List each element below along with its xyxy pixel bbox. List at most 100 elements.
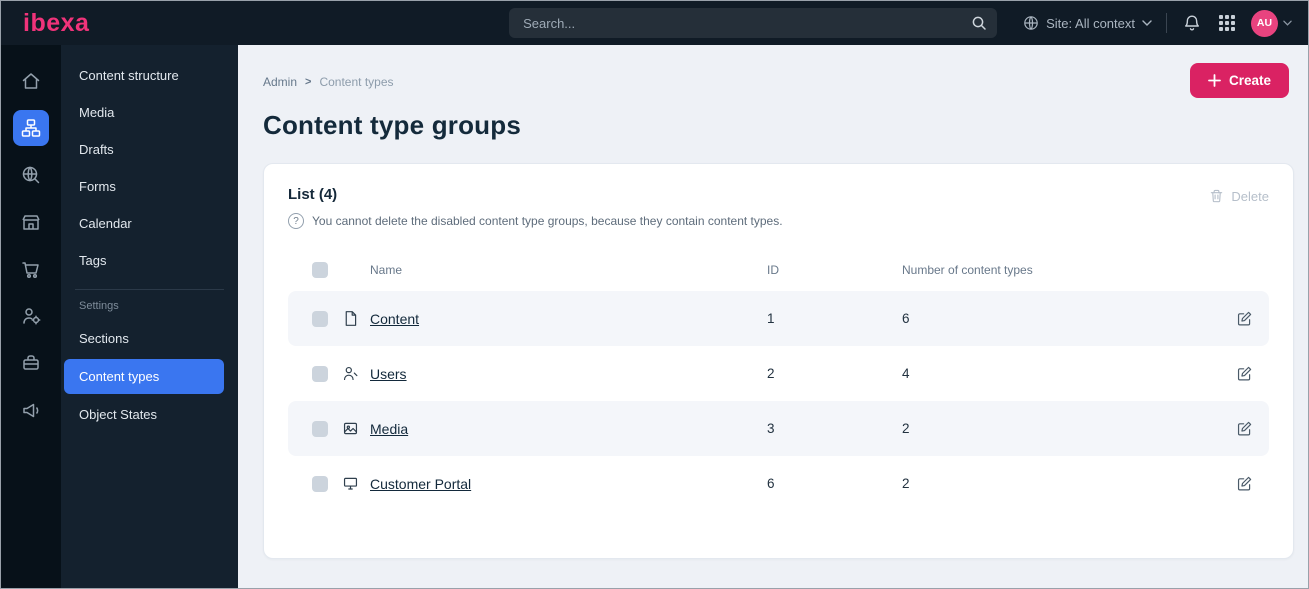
edit-button[interactable]	[1236, 310, 1253, 327]
global-search	[509, 8, 998, 38]
topbar-divider	[1166, 13, 1167, 33]
table-row: Media 3 2	[288, 401, 1269, 456]
rail-admin-button[interactable]	[13, 345, 49, 381]
user-icon	[342, 365, 370, 382]
marketing-icon	[20, 399, 42, 421]
notifications-button[interactable]	[1181, 12, 1203, 34]
app-window: ibexa Site: All context	[0, 0, 1309, 589]
edit-button[interactable]	[1236, 365, 1253, 382]
topbar-controls: Site: All context AU	[997, 9, 1308, 37]
bell-icon	[1183, 14, 1201, 32]
content-type-groups-card: List (4) Delete ? You cannot delete the …	[263, 163, 1294, 559]
globe-icon	[1023, 15, 1039, 31]
sidebar-divider	[75, 289, 224, 290]
row-checkbox[interactable]	[312, 310, 328, 327]
delete-button-label: Delete	[1231, 188, 1269, 204]
breadcrumb: Admin > Content types	[263, 75, 394, 89]
file-icon	[342, 310, 370, 327]
ibexa-logo: ibexa	[23, 8, 90, 37]
question-circle-icon: ?	[288, 213, 304, 229]
create-button[interactable]: Create	[1189, 63, 1289, 98]
home-icon	[20, 70, 42, 92]
group-id: 3	[767, 421, 775, 436]
rail-cart-button[interactable]	[13, 251, 49, 287]
delete-button[interactable]: Delete	[1209, 188, 1269, 204]
main-content: Admin > Content types Create Content typ…	[238, 45, 1308, 588]
rail-search-button[interactable]	[13, 157, 49, 193]
commerce-icon	[20, 211, 42, 233]
content-type-groups-table: Name ID Number of content types Content …	[288, 249, 1269, 511]
group-link-media[interactable]: Media	[370, 421, 408, 437]
group-id: 6	[767, 476, 775, 491]
group-count: 2	[902, 421, 910, 436]
edit-icon	[1236, 420, 1253, 437]
row-checkbox[interactable]	[312, 420, 328, 437]
edit-button[interactable]	[1236, 475, 1253, 492]
sidebar-item-object-states[interactable]: Object States	[61, 396, 238, 433]
table-row: Users 2 4	[288, 346, 1269, 401]
sidebar-item-drafts[interactable]: Drafts	[61, 131, 238, 168]
row-checkbox[interactable]	[312, 475, 328, 492]
info-row: ? You cannot delete the disabled content…	[288, 213, 1269, 229]
sidebar-item-media[interactable]: Media	[61, 94, 238, 131]
content-structure-icon	[20, 117, 42, 139]
app-switcher-button[interactable]	[1217, 13, 1237, 33]
chevron-down-icon	[1142, 20, 1152, 26]
sidebar-item-content-types[interactable]: Content types	[64, 359, 224, 394]
group-link-customer-portal[interactable]: Customer Portal	[370, 476, 471, 492]
plus-icon	[1208, 74, 1221, 87]
edit-button[interactable]	[1236, 420, 1253, 437]
list-heading: List (4)	[288, 186, 338, 203]
sidebar-settings-heading: Settings	[79, 300, 119, 312]
rail-marketing-button[interactable]	[13, 392, 49, 428]
edit-icon	[1236, 365, 1253, 382]
app-grid-icon	[1219, 15, 1235, 31]
site-search-icon	[20, 164, 42, 186]
table-row: Content 1 6	[288, 291, 1269, 346]
rail-content-button[interactable]	[13, 110, 49, 146]
edit-icon	[1236, 310, 1253, 327]
rail-commerce-button[interactable]	[13, 204, 49, 240]
sidebar: Content structure Media Drafts Forms Cal…	[61, 45, 238, 588]
user-menu[interactable]: AU	[1251, 9, 1292, 37]
search-input[interactable]	[523, 15, 972, 31]
avatar: AU	[1251, 9, 1278, 37]
rail-roles-button[interactable]	[13, 298, 49, 334]
site-context-label: Site: All context	[1046, 15, 1135, 31]
column-header-name: Name	[370, 263, 403, 277]
sidebar-item-sections[interactable]: Sections	[61, 320, 238, 357]
group-count: 2	[902, 476, 910, 491]
breadcrumb-separator: >	[305, 76, 312, 88]
column-header-count: Number of content types	[902, 263, 1033, 277]
sidebar-item-content-structure[interactable]: Content structure	[61, 57, 238, 94]
info-text: You cannot delete the disabled content t…	[312, 214, 783, 228]
site-context-selector[interactable]: Site: All context	[1023, 15, 1152, 31]
image-icon	[342, 420, 370, 437]
rail-home-button[interactable]	[13, 63, 49, 99]
create-button-label: Create	[1228, 73, 1271, 88]
select-all-checkbox[interactable]	[312, 262, 328, 278]
group-link-users[interactable]: Users	[370, 366, 407, 382]
icon-rail	[1, 45, 61, 588]
breadcrumb-current: Content types	[319, 75, 394, 89]
sidebar-item-forms[interactable]: Forms	[61, 168, 238, 205]
table-row: Customer Portal 6 2	[288, 456, 1269, 511]
group-id: 1	[767, 311, 775, 326]
group-count: 6	[902, 311, 910, 326]
chevron-down-icon	[1283, 20, 1292, 26]
admin-icon	[20, 352, 42, 374]
cart-icon	[20, 258, 42, 280]
topbar: ibexa Site: All context	[1, 1, 1308, 45]
group-count: 4	[902, 366, 910, 381]
search-icon	[971, 15, 987, 31]
page-title: Content type groups	[263, 110, 522, 140]
trash-icon	[1209, 188, 1224, 204]
group-id: 2	[767, 366, 775, 381]
group-link-content[interactable]: Content	[370, 311, 419, 327]
sidebar-item-calendar[interactable]: Calendar	[61, 205, 238, 242]
breadcrumb-admin[interactable]: Admin	[263, 75, 297, 89]
monitor-icon	[342, 475, 370, 492]
sidebar-item-tags[interactable]: Tags	[61, 242, 238, 279]
edit-icon	[1236, 475, 1253, 492]
row-checkbox[interactable]	[312, 365, 328, 382]
